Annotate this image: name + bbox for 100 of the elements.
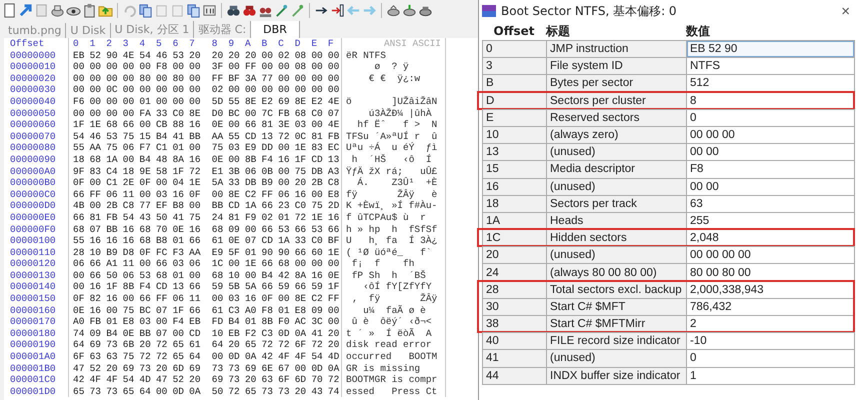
- hex-byte: 00: [90, 96, 102, 108]
- copy-icon[interactable]: [138, 2, 153, 18]
- hex-byte: AC: [294, 316, 308, 328]
- document-icon[interactable]: [2, 2, 17, 18]
- table-cell: INDX buffer size indicator: [546, 366, 687, 385]
- column-header: 4: [139, 38, 146, 50]
- wand-icon[interactable]: [274, 2, 289, 18]
- ascii-text: ŸƒÄ žX rá; uÛ£: [342, 166, 446, 178]
- hex-byte: 1F: [328, 281, 340, 294]
- hex-byte: 0F: [73, 177, 86, 189]
- hex-byte: 0E: [212, 119, 224, 131]
- disk-icon[interactable]: [402, 2, 417, 18]
- hex-byte: 41: [172, 130, 185, 142]
- hex-byte: 07: [156, 304, 168, 316]
- clipboard-icon[interactable]: [82, 2, 97, 18]
- offset-label: 000000C0: [9, 188, 57, 200]
- hex-byte: 9E: [139, 166, 152, 178]
- hex-byte: 8E: [294, 96, 308, 108]
- hex-byte: 52: [172, 374, 185, 386]
- column-header: 1: [90, 38, 96, 50]
- hex-byte: BC: [139, 304, 152, 316]
- hex-byte: 0A: [328, 362, 340, 374]
- hex-byte: F4: [139, 281, 152, 294]
- ascii-text: u¼ faÃ ø è: [342, 304, 446, 316]
- ascii-text: € € ÿ¿:w: [342, 72, 446, 84]
- hex-byte: E9: [212, 246, 224, 258]
- hex-byte: 0F: [139, 246, 152, 258]
- hex-byte: 72: [139, 351, 152, 363]
- hex-byte: 00: [189, 96, 202, 108]
- hex-byte: 03: [139, 316, 152, 328]
- binary-icon[interactable]: [202, 2, 217, 18]
- hex-byte: 66: [244, 119, 258, 131]
- hex-byte: F4: [172, 316, 185, 328]
- hex-byte: 6F: [278, 374, 291, 386]
- hex-byte: 81: [228, 212, 241, 224]
- hex-byte: 61: [212, 235, 224, 247]
- hex-byte: 64: [73, 339, 86, 352]
- hex-byte: 07: [244, 235, 258, 247]
- hex-byte: 00: [244, 270, 258, 282]
- column-header: C: [278, 38, 285, 50]
- close-button[interactable]: ×: [837, 2, 854, 20]
- hex-byte: 00: [106, 61, 119, 73]
- hex-byte: 80: [172, 72, 185, 84]
- table-cell: 13: [482, 143, 547, 162]
- hex-byte: 06: [73, 258, 86, 270]
- offset-label: 00000130: [9, 270, 57, 282]
- hex-byte: 68: [212, 270, 224, 282]
- hex-byte: 16: [106, 235, 119, 247]
- hex-byte: 00: [278, 293, 291, 305]
- hex-byte: D8: [122, 246, 136, 258]
- table-cell: Hidden sectors: [546, 229, 687, 248]
- disk-icon[interactable]: [386, 2, 401, 18]
- table-cell: 41: [482, 349, 547, 368]
- table-cell: 1: [686, 366, 855, 385]
- ascii-text: Uªu ÷Á u éÝ ƒì: [342, 142, 446, 154]
- hex-byte: 0F: [189, 188, 202, 200]
- hex-byte: C8: [328, 177, 340, 189]
- hex-byte: F3: [172, 246, 185, 258]
- table-cell: EB 52 90: [686, 40, 855, 58]
- hex-byte: 00: [122, 61, 136, 73]
- hex-byte: 0E: [122, 328, 136, 340]
- hex-byte: 61: [212, 304, 224, 316]
- hex-byte: 01: [139, 96, 152, 108]
- hex-byte: 66: [90, 270, 102, 282]
- hex-byte: 73: [228, 362, 241, 374]
- offset-label: 00000010: [9, 61, 57, 73]
- column-header: 7: [189, 38, 196, 50]
- goto-icon[interactable]: [330, 2, 345, 18]
- hex-byte: CB: [156, 119, 168, 131]
- hex-byte: 00: [278, 72, 291, 84]
- hex-byte: 54: [311, 351, 324, 363]
- table-cell: 15: [482, 160, 547, 178]
- ascii-text: t ´ » Í ëòÃ A: [342, 328, 446, 340]
- hex-byte: 66: [156, 258, 168, 270]
- hex-byte: 50: [212, 386, 224, 398]
- copy-icon[interactable]: [186, 2, 201, 18]
- hex-byte: 00: [172, 96, 185, 108]
- hex-byte: 0D: [311, 362, 324, 374]
- disk-icon[interactable]: [50, 2, 65, 18]
- hex-byte: 20: [228, 50, 241, 62]
- hex-byte: B4: [156, 130, 168, 142]
- hex-byte: BB: [139, 328, 152, 340]
- hex-byte: 6F: [73, 351, 86, 363]
- hex-byte: 69: [244, 362, 258, 374]
- tab[interactable]: DBR: [251, 21, 300, 38]
- hex-byte: 1F: [294, 154, 308, 166]
- hex-byte: 00: [262, 50, 274, 62]
- hex-byte: 00: [244, 108, 258, 120]
- hex-byte: 66: [294, 224, 308, 236]
- hex-byte: F4: [262, 154, 274, 166]
- hex-byte: 00: [122, 108, 136, 120]
- hex-byte: 68: [139, 224, 152, 236]
- hex-byte: EF: [156, 200, 168, 212]
- table-cell: Reserved sectors: [546, 108, 687, 127]
- wand-icon[interactable]: [290, 2, 305, 18]
- hex-byte: 63: [262, 374, 274, 386]
- hex-byte: C0: [311, 235, 324, 247]
- hex-byte: 00: [328, 50, 340, 62]
- hex-byte: 7C: [262, 108, 274, 120]
- hex-byte: 5F: [228, 246, 241, 258]
